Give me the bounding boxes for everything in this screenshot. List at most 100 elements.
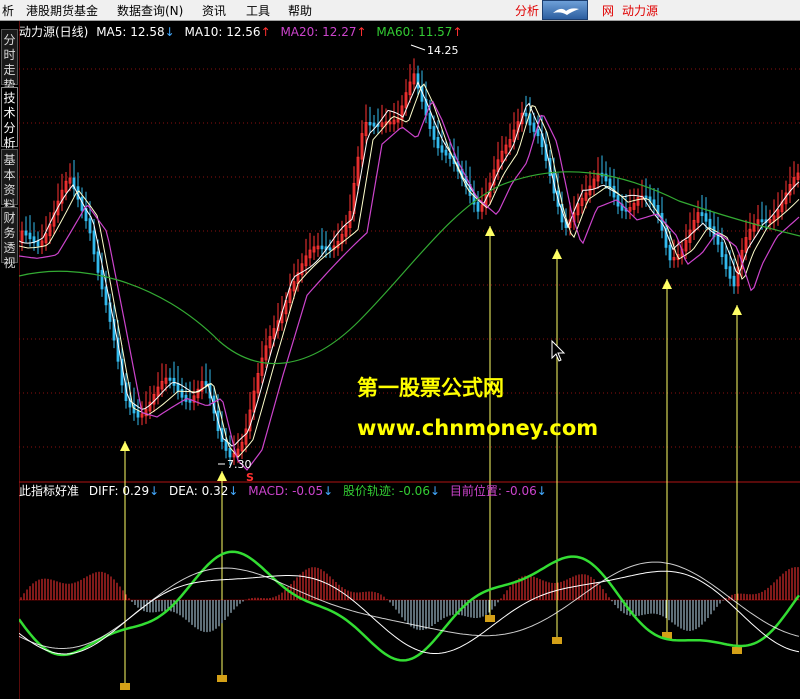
diff-arrow: ↓ [149, 484, 159, 498]
signal-arrow-icon [217, 471, 227, 481]
candle-body [440, 145, 444, 153]
main-panel-header: 动力源(日线) MA5: 12.58↓ MA10: 12.56↑ MA20: 1… [19, 25, 463, 39]
low-marker: 7.30 [218, 458, 252, 471]
candle-body [428, 112, 432, 129]
macd-arrow: ↓ [323, 484, 333, 498]
menu-item-news[interactable]: 资讯 [202, 2, 226, 19]
menu-web-label[interactable]: 网 [602, 2, 614, 19]
ma10-line [19, 83, 800, 458]
signal-marker [120, 683, 130, 690]
menu-item-hk-futures-funds[interactable]: 港股期货基金 [26, 2, 98, 19]
candle-body [436, 137, 440, 149]
low-price-label: 7.30 [227, 458, 252, 471]
ma60-arrow: ↑ [452, 25, 462, 39]
candle-body [720, 241, 724, 258]
tab-financials[interactable]: 财务透视 [1, 207, 18, 270]
candle-body [372, 122, 376, 127]
candle-body [728, 266, 732, 279]
diff-label: DIFF: 0.29 [89, 484, 149, 498]
candle-body [704, 213, 708, 222]
price-track-label: 股价轨迹: -0.06 [343, 484, 430, 498]
tab-intraday[interactable]: 分时走势 [1, 29, 18, 92]
signal-marker [552, 637, 562, 644]
ma10-arrow: ↑ [261, 25, 271, 39]
candle-body [100, 269, 104, 290]
candle-body [432, 126, 436, 140]
window-title: 动力源 [622, 4, 659, 18]
sidebar: 分时走势 技术分析 基本资料 财务透视 [0, 21, 19, 699]
menu-item-analysis-partial[interactable]: 析 [2, 2, 14, 19]
candle-body [368, 122, 372, 126]
menu-item-tools[interactable]: 工具 [246, 2, 270, 19]
candle-body [28, 232, 32, 240]
chart-grid [19, 21, 800, 699]
indicator-lines [19, 550, 800, 662]
signal-arrow-icon [662, 279, 672, 289]
main-panel-title: 动力源(日线) [19, 25, 88, 39]
candle-body [172, 377, 176, 386]
menu-item-data-query[interactable]: 数据查询(N) [117, 2, 183, 19]
tab-basic-info[interactable]: 基本资料 [1, 149, 18, 212]
candle-body [88, 218, 92, 234]
candle-body [416, 73, 420, 89]
current-position-arrow: ↓ [537, 484, 547, 498]
signal-arrow-icon [552, 249, 562, 259]
candle-body [732, 275, 736, 287]
candle-body [532, 122, 536, 132]
signal-marker [485, 615, 495, 622]
signal-arrow-icon [120, 441, 130, 451]
candle-body [716, 234, 720, 245]
menu-bar: 析 港股期货基金 数据查询(N) 资讯 工具 帮助 分析 网 动力源 [0, 0, 800, 21]
candle-body [320, 245, 324, 250]
mouse-cursor-icon [551, 339, 566, 362]
candle-body [724, 254, 728, 270]
dea-arrow: ↓ [228, 484, 238, 498]
ma20-label: MA20: 12.27 [280, 25, 356, 39]
candle-body [476, 201, 480, 212]
ma5-label: MA5: 12.58 [96, 25, 164, 39]
candle-body [328, 247, 332, 251]
ma20-arrow: ↑ [357, 25, 367, 39]
macd-label: MACD: -0.05 [248, 484, 323, 498]
candle-body [444, 149, 448, 156]
kline-chart[interactable]: 动力源(日线) MA5: 12.58↓ MA10: 12.56↑ MA20: 1… [19, 21, 800, 699]
dea-line [19, 561, 800, 649]
signal-arrow-icon [485, 226, 495, 236]
watermark-url: www.chnmoney.com [357, 416, 598, 440]
candle-body [180, 389, 184, 398]
ma5-arrow: ↓ [165, 25, 175, 39]
candle-body [36, 240, 40, 247]
ma10-label: MA10: 12.56 [185, 25, 261, 39]
signal-marker [732, 647, 742, 654]
bird-logo-icon [542, 0, 588, 20]
candle-body [524, 112, 528, 117]
candle-body [668, 244, 672, 261]
current-position-label: 目前位置: -0.06 [450, 483, 537, 498]
candle-body [536, 129, 540, 137]
moving-average-lines [19, 81, 800, 471]
signal-marker [217, 675, 227, 682]
menu-analysis-label[interactable]: 分析 [515, 2, 539, 19]
sub-panel-title: 此指标好准 [19, 483, 79, 498]
candle-body [700, 212, 704, 217]
high-price-label: 14.25 [427, 44, 459, 57]
candle-body [104, 286, 108, 306]
watermark-title: 第一股票公式网 [357, 376, 504, 400]
signal-arrow-icon [732, 305, 742, 315]
tab-technical-analysis[interactable]: 技术分析 [1, 87, 18, 150]
high-marker: 14.25 [410, 44, 459, 57]
dea-label: DEA: 0.32 [169, 484, 228, 498]
sub-panel-header: 此指标好准 DIFF: 0.29↓ DEA: 0.32↓ MACD: -0.05… [19, 483, 547, 498]
menu-item-help[interactable]: 帮助 [288, 2, 312, 19]
candle-body [760, 219, 764, 223]
ma60-label: MA60: 11.57 [376, 25, 452, 39]
candle-body [176, 383, 180, 392]
sell-signal-mark: S [246, 471, 254, 484]
candle-body [168, 377, 172, 381]
ma60-line [19, 171, 800, 365]
candle-body [136, 410, 140, 418]
candle-body [24, 230, 28, 236]
candle-body [92, 230, 96, 255]
candlestick-series [20, 58, 800, 465]
price-track-arrow: ↓ [430, 484, 440, 498]
